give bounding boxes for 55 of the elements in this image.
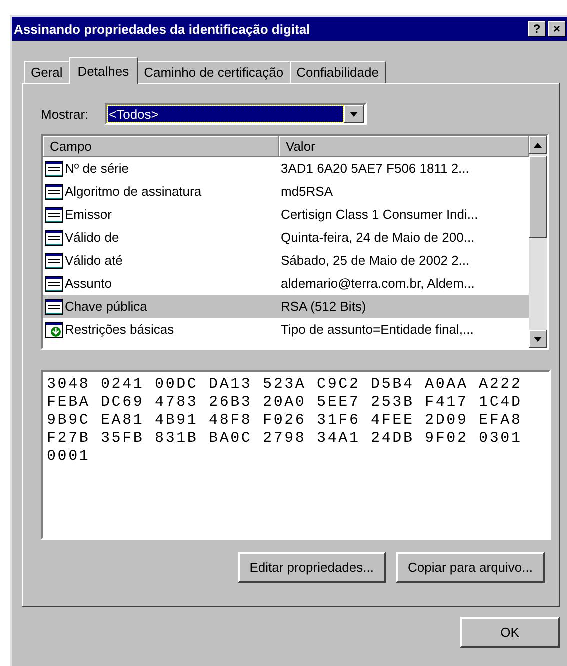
- list-row[interactable]: Assunto aldemario@terra.com.br, Aldem...: [43, 272, 529, 295]
- field-value: Quinta-feira, 24 de Maio de 200...: [281, 230, 476, 245]
- tab[interactable]: Geral: [24, 61, 70, 83]
- document-download-icon: [45, 322, 63, 338]
- field-value: RSA (512 Bits): [281, 299, 368, 314]
- field-name: Restrições básicas: [65, 322, 176, 337]
- field-name: Emissor: [65, 207, 113, 222]
- panel-button[interactable]: Copiar para arquivo...: [396, 552, 545, 583]
- field-value: aldemario@terra.com.br, Aldem...: [281, 276, 476, 291]
- window-title: Assinando propriedades da identificação digital: [14, 22, 310, 36]
- column-header[interactable]: Campo: [43, 136, 279, 157]
- field-value: Tipo de assunto=Entidade final,...: [281, 322, 475, 337]
- column-header[interactable]: Valor: [279, 136, 529, 157]
- scroll-down-icon: [534, 336, 542, 342]
- document-icon: [45, 206, 63, 222]
- list-row[interactable]: Válido até Sábado, 25 de Maio de 2002 2...: [43, 249, 529, 272]
- title-button[interactable]: ?: [528, 21, 546, 37]
- field-name: Chave pública: [65, 299, 148, 314]
- hex-line: 9B9C EA81 4B91 48F8 F026 31F6 4FEE 2D09 EFA8: [47, 412, 524, 430]
- document-icon: [45, 252, 63, 268]
- title-button[interactable]: ×: [548, 21, 566, 37]
- panel-button[interactable]: Editar propriedades...: [238, 552, 386, 583]
- tab[interactable]: Confiabilidade: [290, 61, 386, 83]
- list-row[interactable]: Válido de Quinta-feira, 24 de Maio de 200...: [43, 226, 529, 249]
- field-value: 3AD1 6A20 5AE7 F506 1811 2...: [281, 161, 470, 176]
- field-value: Certisign Class 1 Consumer Indi...: [281, 207, 480, 222]
- list-row[interactable]: Algoritmo de assinatura md5RSA: [43, 180, 529, 203]
- list-row[interactable]: Emissor Certisign Class 1 Consumer Indi...: [43, 203, 529, 226]
- field-name: Nº de série: [65, 161, 130, 176]
- document-icon: [45, 184, 63, 200]
- ok-button[interactable]: OK: [460, 617, 560, 648]
- field-value: md5RSA: [281, 184, 334, 199]
- document-icon: [45, 276, 63, 292]
- hex-line: F27B 35FB 831B BA0C 2798 34A1 24DB 9F02 0301: [47, 430, 524, 448]
- scroll-up-icon: [534, 142, 542, 148]
- tab[interactable]: Caminho de certificação: [137, 61, 291, 83]
- list-row[interactable]: Restrições básicas Tipo de assunto=Entidade final,...: [43, 318, 529, 341]
- document-icon: [45, 230, 63, 246]
- field-value: Sábado, 25 de Maio de 2002 2...: [281, 253, 471, 268]
- field-name: Algoritmo de assinatura: [65, 184, 203, 199]
- show-label: Mostrar:: [41, 106, 90, 122]
- hex-line: 0001: [47, 448, 92, 466]
- field-name: Válido até: [65, 253, 124, 268]
- document-icon: [45, 160, 63, 176]
- dropdown-arrow-icon: [350, 112, 358, 116]
- show-dropdown[interactable]: <Todos>: [105, 103, 367, 125]
- list-row[interactable]: Chave pública RSA (512 Bits): [43, 295, 529, 318]
- document-icon: [45, 298, 63, 314]
- list-row[interactable]: Nº de série 3AD1 6A20 5AE7 F506 1811 2...: [43, 157, 529, 180]
- hex-line: FEBA DC69 4783 26B3 20A0 5EE7 253B F417 1C4D: [47, 394, 524, 412]
- scrollbar[interactable]: [529, 136, 547, 348]
- field-name: Válido de: [65, 230, 120, 245]
- hex-line: 3048 0241 00DC DA13 523A C9C2 D5B4 A0AA A222: [47, 376, 524, 394]
- tab[interactable]: Detalhes: [68, 57, 138, 84]
- field-name: Assunto: [65, 276, 113, 291]
